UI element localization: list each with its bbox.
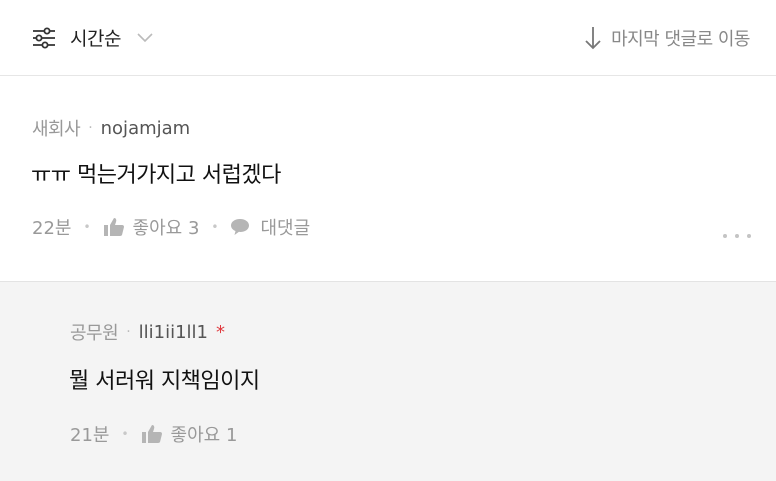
comment-text: ㅠㅠ 먹는거가지고 서럽겠다 [31,163,281,188]
meta-separator: · [126,324,131,340]
thumbs-up-icon [141,425,162,443]
reply-actions: 21분 • 좋아요 1 [70,421,237,447]
action-separator: • [211,220,219,234]
jump-label: 마지막 댓글로 이동 [611,28,750,50]
meta-separator: · [88,120,93,136]
chevron-down-icon [137,32,153,42]
thumbs-up-icon [103,218,124,236]
author-grade: 새회사 [32,119,81,140]
sort-dropdown[interactable]: 시간순 [32,24,153,51]
like-label: 좋아요 1 [170,425,238,446]
action-separator: • [83,220,91,234]
comment-item: 새회사 · nojamjam ㅠㅠ 먹는거가지고 서럽겠다 22분 • 좋아요 … [0,77,776,282]
like-label: 좋아요 3 [132,218,200,239]
comment-actions: 22분 • 좋아요 3 • 대댓글 [32,214,310,240]
sort-label: 시간순 [70,28,121,50]
reply-text: 뭘 서러워 지책임이지 [69,369,260,394]
author-nickname[interactable]: nojamjam [101,118,191,139]
author-nickname[interactable]: lli1ii1ll1 [139,322,208,343]
like-button[interactable]: 좋아요 3 [103,214,200,240]
more-dots-icon[interactable] [721,231,753,241]
author-grade: 공무원 [70,323,119,344]
reply-button[interactable]: 대댓글 [230,214,310,240]
reply-label: 대댓글 [260,218,311,239]
comment-author: 새회사 · nojamjam [32,115,190,141]
speech-bubble-icon [231,219,250,235]
filter-sliders-icon [33,27,55,48]
reply-time: 21분 [70,425,110,446]
arrow-down-icon [585,26,601,49]
like-button[interactable]: 좋아요 1 [141,421,238,447]
reply-item: 공무원 · lli1ii1ll1 * 뭘 서러워 지책임이지 21분 • 좋아요… [0,282,776,481]
reply-author: 공무원 · lli1ii1ll1 * [70,319,225,345]
author-mark: * [216,321,226,343]
comment-toolbar: 시간순 마지막 댓글로 이동 [0,0,776,76]
action-separator: • [121,427,129,441]
comment-time: 22분 [32,218,72,239]
jump-to-last-comment-button[interactable]: 마지막 댓글로 이동 [585,25,750,51]
